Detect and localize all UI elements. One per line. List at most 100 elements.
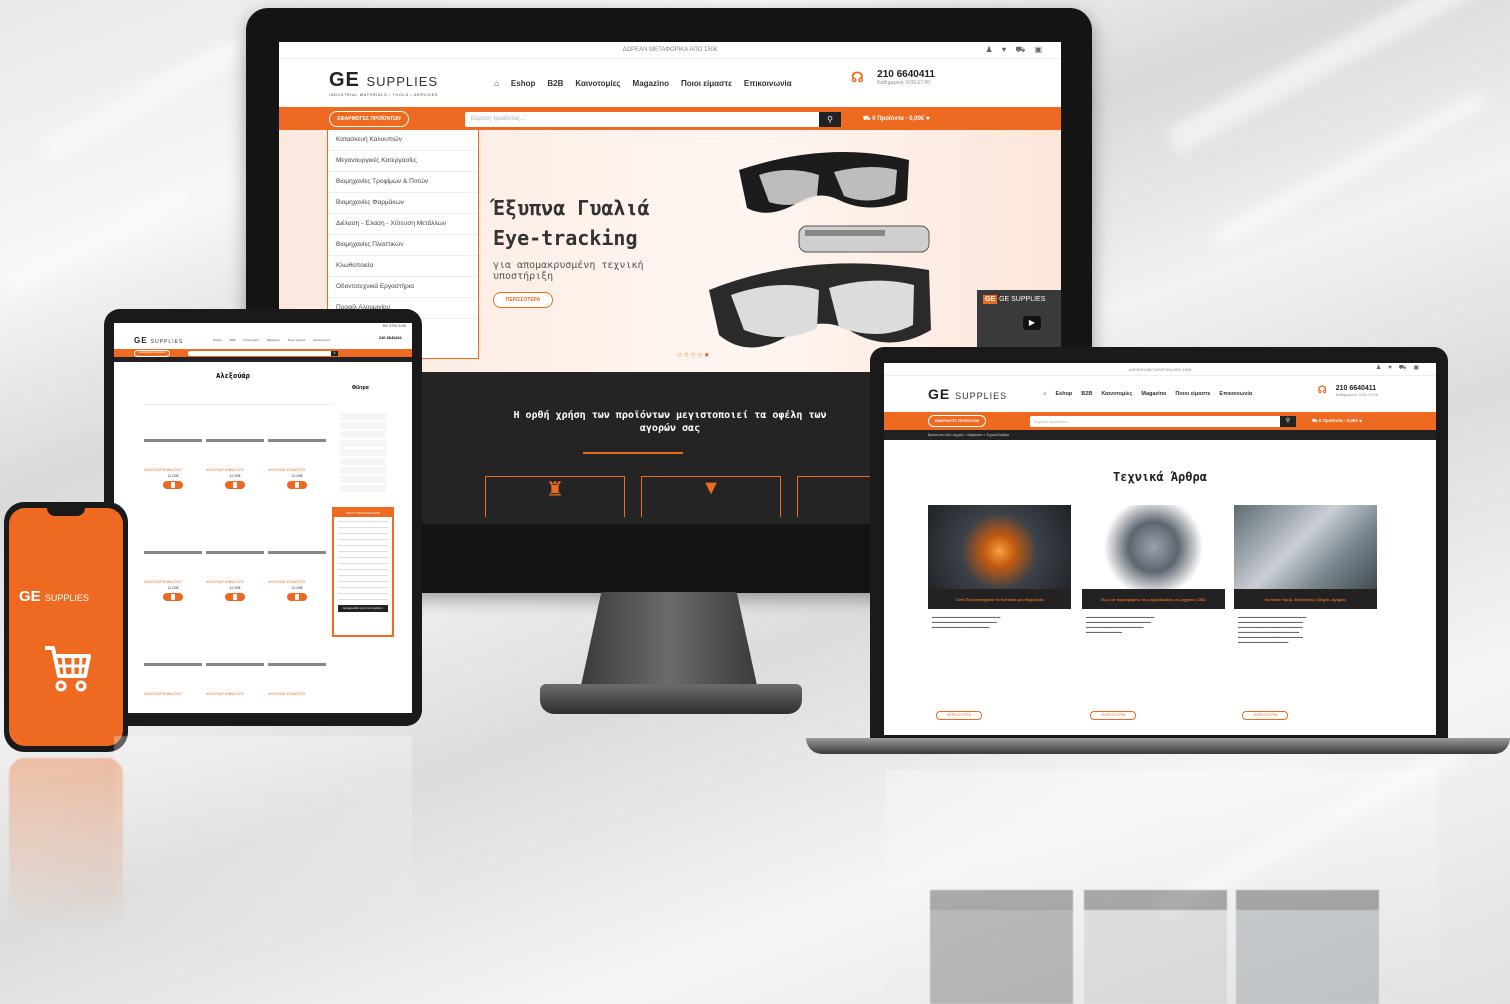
menu-item[interactable]: Βιομηχανίες Τροφίμων & Ποτών xyxy=(328,172,478,193)
newsletter-button[interactable]: Ενημερωθείτε για τα νέα προϊόντα xyxy=(338,605,388,612)
article-caption[interactable]: Γιατί Πλεονεκτήματα τα Κοπτικά μου Εργαλ… xyxy=(928,589,1071,609)
article-more-button[interactable]: ΠΕΡΙΣΣΟΤΕΡΑ xyxy=(936,711,982,720)
offers-button[interactable]: ΕΦΑΡΜΟΓΕΣ ΠΡΟΪΟΝΤΩΝ xyxy=(134,349,170,357)
nav-innovations[interactable]: Καινοτομίες xyxy=(1101,391,1132,397)
nav-magazino[interactable]: Magazino xyxy=(1141,391,1166,397)
phone-logo: GE SUPPLIES xyxy=(19,588,89,605)
menu-item[interactable]: Οδοντοτεχνικά Εργαστήρια xyxy=(328,277,478,298)
nav-contact[interactable]: Επικοινωνία xyxy=(313,338,329,342)
add-to-cart-button[interactable] xyxy=(163,481,183,489)
filter-list[interactable] xyxy=(340,413,386,493)
hero-more-button[interactable]: ΠΕΡΙΣΣΟΤΕΡΑ xyxy=(493,292,553,308)
menu-item[interactable]: Κατασκευή Καλουπιών xyxy=(328,130,478,151)
menu-item[interactable]: Διέλαση - Έλαση - Χύτευση Μετάλλων xyxy=(328,214,478,235)
offers-button[interactable]: ΕΦΑΡΜΟΓΕΣ ΠΡΟΪΟΝΤΩΝ xyxy=(329,111,409,127)
nav-eshop[interactable]: Eshop xyxy=(1055,391,1072,397)
nav-about[interactable]: Ποιοι είμαστε xyxy=(681,79,732,88)
nav-innovations[interactable]: Καινοτομίες xyxy=(575,79,620,88)
menu-item[interactable]: Βιομηχανίες Φαρμάκων xyxy=(328,193,478,214)
article-more-button[interactable]: ΠΕΡΙΣΣΟΤΕΡΑ xyxy=(1090,711,1136,720)
bag-icon[interactable]: ▣ xyxy=(1034,45,1051,54)
user-icon[interactable]: ♟ xyxy=(985,45,1001,54)
tablet-logo[interactable]: GE SUPPLIES xyxy=(134,336,183,345)
nav-magazino[interactable]: Magazino xyxy=(267,338,280,342)
article-caption[interactable]: Πώς να προσφέρετε τους εργαλειακές σε μη… xyxy=(1082,589,1225,609)
nav-b2b[interactable]: B2B xyxy=(230,338,236,342)
nav-b2b[interactable]: B2B xyxy=(547,79,563,88)
sort-row[interactable] xyxy=(144,399,334,405)
top-icons[interactable]: ♟♥⛟▣ xyxy=(985,45,1051,55)
add-to-cart-button[interactable] xyxy=(225,593,245,601)
feature-card[interactable]: ▼ xyxy=(641,476,781,517)
site-header: GE SUPPLIES ⌂ Eshop B2B Καινοτομίες Maga… xyxy=(884,376,1436,412)
slider-dots[interactable]: ○○○○● xyxy=(677,350,711,359)
feature-card[interactable] xyxy=(797,476,879,517)
cart-summary[interactable]: ⛟ 0 Προϊόντα - 0,00€ ▾ xyxy=(863,115,930,123)
phone-device: GE SUPPLIES xyxy=(4,502,128,752)
search-input[interactable]: Εύρεση προϊόντος... ⚲ xyxy=(1030,415,1296,427)
phone-number[interactable]: 210 6640411 xyxy=(1336,385,1377,392)
cart-icon[interactable]: ⛟ xyxy=(1015,45,1034,54)
add-to-cart-button[interactable] xyxy=(163,593,183,601)
product-card[interactable]: ΑΛΕΖΟΥΑΡ ΚΟΒΑΛΤΙΟΥ xyxy=(206,641,264,696)
article-image[interactable] xyxy=(1082,505,1225,589)
top-icons[interactable]: ♟♥⛟▣ xyxy=(1376,364,1426,372)
heart-icon[interactable]: ♥ xyxy=(1002,45,1016,54)
play-icon[interactable]: ▶ xyxy=(1023,316,1041,330)
site-logo[interactable]: GE SUPPLIES xyxy=(928,386,1007,402)
nav-innovations[interactable]: Καινοτομίες xyxy=(243,338,258,342)
article-card[interactable]: Κοπτικά Υψηλ. Απόδοσης Οδηγός Αγοράς ▬▬▬… xyxy=(1234,505,1377,651)
article-card[interactable]: Γιατί Πλεονεκτήματα τα Κοπτικά μου Εργαλ… xyxy=(928,505,1071,636)
home-icon[interactable]: ⌂ xyxy=(494,79,499,88)
menu-item[interactable]: Κλωθοποιεία xyxy=(328,256,478,277)
article-excerpt: ▬▬▬▬▬▬▬▬▬▬▬▬▬▬▬▬▬▬▬ ▬▬▬▬▬▬▬▬▬▬▬▬▬▬▬▬▬▬ ▬▬▬… xyxy=(932,615,1001,629)
phone-number[interactable]: 210 6640411 xyxy=(379,335,402,340)
nav-contact[interactable]: Επικοινωνία xyxy=(1219,391,1252,397)
product-card[interactable]: ΑΛΕΖΟΥΑΡ ΚΟΒΑΛΤΙΟΥ 12,00€ xyxy=(144,417,202,489)
breadcrumb[interactable]: Βρίσκεστε εδώ: Αρχική > Magazino > Τεχνι… xyxy=(884,430,1436,440)
menu-item[interactable]: Βιομηχανίες Πλαστικών xyxy=(328,235,478,256)
nav-magazino[interactable]: Magazino xyxy=(633,79,669,88)
article-image[interactable] xyxy=(928,505,1071,589)
panel-form[interactable] xyxy=(338,521,388,601)
article-image[interactable] xyxy=(1234,505,1377,589)
search-input[interactable]: Εύρεση προϊόντος... ⚲ xyxy=(465,111,841,127)
nav-contact[interactable]: Επικοινωνία xyxy=(744,79,792,88)
offers-button[interactable]: ΕΦΑΡΜΟΓΕΣ ΠΡΟΪΟΝΤΩΝ xyxy=(928,415,986,427)
bag-icon[interactable]: ▣ xyxy=(1413,365,1426,371)
phone-number[interactable]: 210 6640411 xyxy=(877,69,935,80)
user-icon[interactable]: ♟ xyxy=(1376,365,1388,371)
search-icon[interactable]: ⚲ xyxy=(331,350,338,356)
article-card[interactable]: Πώς να προσφέρετε τους εργαλειακές σε μη… xyxy=(1082,505,1225,641)
product-card[interactable]: ΑΛΕΖΟΥΑΡ ΚΟΒΑΛΤΙΟΥ 12,00€ xyxy=(144,529,202,601)
home-icon[interactable]: ⌂ xyxy=(1043,391,1046,397)
search-input[interactable]: ⚲ xyxy=(188,350,338,356)
add-to-cart-button[interactable] xyxy=(287,593,307,601)
product-card[interactable]: ΑΛΕΖΟΥΑΡ ΚΟΒΑΛΤΙΟΥ 12,00€ xyxy=(268,529,326,601)
product-card[interactable]: ΑΛΕΖΟΥΑΡ ΚΟΒΑΛΤΙΟΥ xyxy=(144,641,202,696)
nav-eshop[interactable]: Eshop xyxy=(511,79,535,88)
product-card[interactable]: ΑΛΕΖΟΥΑΡ ΚΟΒΑΛΤΙΟΥ 12,00€ xyxy=(268,417,326,489)
search-icon[interactable]: ⚲ xyxy=(1280,415,1296,427)
feature-card[interactable]: ♜ xyxy=(485,476,625,517)
video-thumbnail[interactable]: GE GE SUPPLIES ▶ xyxy=(977,290,1061,350)
nav-about[interactable]: Ποιοι είμαστε xyxy=(288,338,306,342)
search-icon[interactable]: ⚲ xyxy=(819,111,841,127)
heart-icon[interactable]: ♥ xyxy=(1388,365,1399,371)
product-card[interactable]: ΑΛΕΖΟΥΑΡ ΚΟΒΑΛΤΙΟΥ xyxy=(268,641,326,696)
shopping-cart-icon[interactable] xyxy=(41,640,93,696)
add-to-cart-button[interactable] xyxy=(225,481,245,489)
add-to-cart-button[interactable] xyxy=(287,481,307,489)
menu-item[interactable]: Μεγανουργικές Κατεργασίες xyxy=(328,151,478,172)
product-card[interactable]: ΑΛΕΖΟΥΑΡ ΚΟΒΑΛΤΙΟΥ 12,00€ xyxy=(206,529,264,601)
product-card[interactable]: ΑΛΕΖΟΥΑΡ ΚΟΒΑΛΤΙΟΥ 12,00€ xyxy=(206,417,264,489)
cart-summary[interactable]: ⛟ 0 Προϊόντα - 0,00€ ▾ xyxy=(1312,418,1362,425)
article-more-button[interactable]: ΠΕΡΙΣΣΟΤΕΡΑ xyxy=(1242,711,1288,720)
article-caption[interactable]: Κοπτικά Υψηλ. Απόδοσης Οδηγός Αγοράς xyxy=(1234,589,1377,609)
nav-about[interactable]: Ποιοι είμαστε xyxy=(1175,391,1210,397)
tablet-header: GE SUPPLIES Eshop B2B Καινοτομίες Magazino Π… xyxy=(114,331,412,349)
nav-b2b[interactable]: B2B xyxy=(1081,391,1092,397)
cart-icon[interactable]: ⛟ xyxy=(1399,365,1414,371)
site-logo[interactable]: GE SUPPLIES INDUSTRIAL MATERIALS • TOOLS… xyxy=(329,69,438,97)
nav-eshop[interactable]: Eshop xyxy=(213,338,222,342)
